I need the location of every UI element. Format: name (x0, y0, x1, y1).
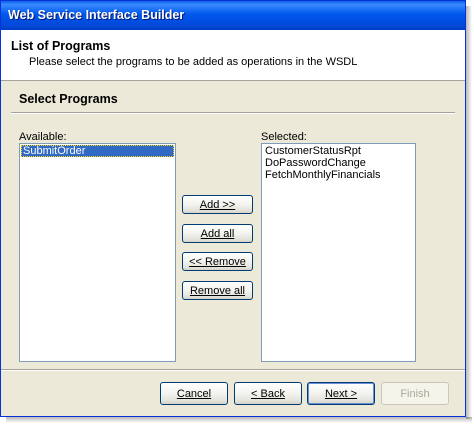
next-button[interactable]: Next > (307, 382, 375, 405)
available-label: Available: (19, 131, 67, 143)
cancel-button-label: Cancel (176, 387, 212, 400)
window-shadow-bottom (6, 417, 472, 423)
footer-divider (1, 369, 465, 371)
section-divider (11, 112, 455, 114)
window-title: Web Service Interface Builder (8, 8, 185, 22)
remove-button[interactable]: << Remove (182, 252, 253, 271)
finish-button-label: Finish (400, 387, 430, 400)
wizard-dialog: Web Service Interface Builder List of Pr… (0, 0, 466, 417)
back-button[interactable]: < Back (234, 382, 302, 405)
back-button-label: < Back (251, 387, 285, 400)
list-item[interactable]: DoPasswordChange (263, 157, 414, 169)
list-item[interactable]: FetchMonthlyFinancials (263, 169, 414, 181)
title-bar[interactable]: Web Service Interface Builder (1, 1, 465, 30)
remove-all-button[interactable]: Remove all (182, 281, 253, 300)
window-shadow-right (466, 6, 472, 419)
section-title: Select Programs (19, 92, 118, 106)
page-title: List of Programs (11, 39, 111, 53)
add-all-button-label: Add all (200, 227, 235, 240)
finish-button[interactable]: Finish (381, 382, 449, 405)
add-button-label: Add >> (199, 198, 236, 211)
add-all-button[interactable]: Add all (182, 224, 253, 243)
remove-button-label: << Remove (189, 255, 246, 268)
wizard-header: List of Programs Please select the progr… (1, 30, 465, 81)
selected-listbox[interactable]: CustomerStatusRpt DoPasswordChange Fetch… (261, 143, 416, 362)
next-button-label: Next > (324, 387, 358, 400)
available-listbox[interactable]: SubmitOrder (19, 143, 176, 362)
page-subtitle: Please select the programs to be added a… (29, 56, 358, 68)
selected-label: Selected: (261, 131, 307, 143)
list-item[interactable]: SubmitOrder (21, 145, 174, 157)
list-item[interactable]: CustomerStatusRpt (263, 145, 414, 157)
cancel-button[interactable]: Cancel (160, 382, 228, 405)
add-button[interactable]: Add >> (182, 195, 253, 214)
remove-all-button-label: Remove all (189, 284, 246, 297)
